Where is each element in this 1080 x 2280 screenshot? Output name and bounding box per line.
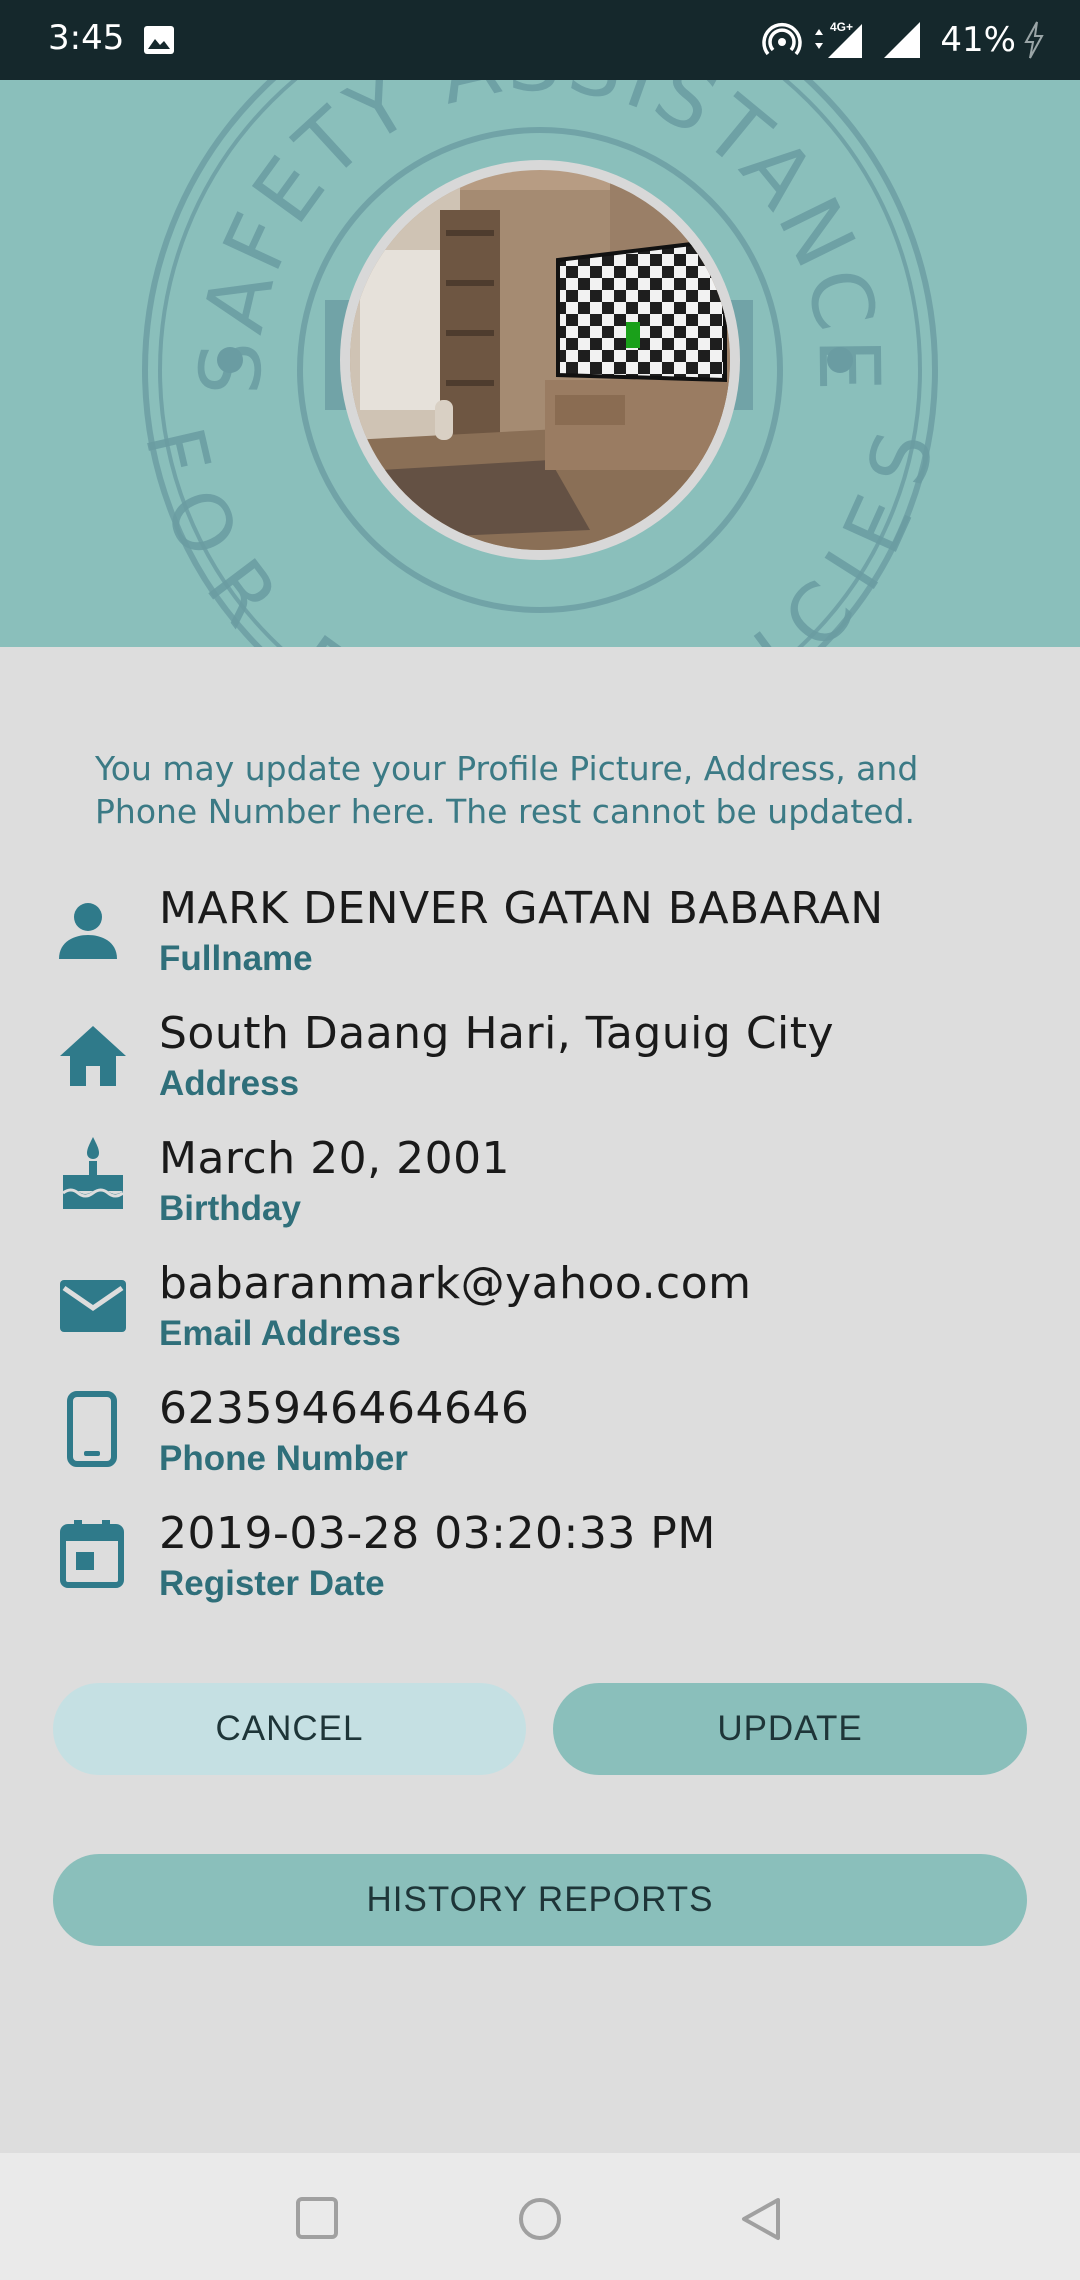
profile-picture[interactable] xyxy=(340,160,740,560)
phone-row[interactable]: 6235946464646 Phone Number xyxy=(55,1383,1035,1495)
register-date-value: 2019-03-28 03:20:33 PM xyxy=(159,1508,716,1559)
register-date-row: 2019-03-28 03:20:33 PM Register Date xyxy=(55,1508,1035,1620)
mail-icon xyxy=(60,1280,126,1332)
image-icon xyxy=(144,26,174,54)
address-label: Address xyxy=(159,1064,300,1103)
phone-label: Phone Number xyxy=(159,1439,408,1478)
home-icon xyxy=(60,1026,126,1086)
email-label: Email Address xyxy=(159,1314,401,1353)
fullname-label: Fullname xyxy=(159,939,313,978)
recents-icon[interactable] xyxy=(296,2197,338,2239)
birthday-value: March 20, 2001 xyxy=(159,1133,511,1184)
history-reports-button[interactable]: HISTORY REPORTS xyxy=(53,1854,1027,1946)
phone-icon xyxy=(67,1391,117,1467)
status-icons: 4G+ 41% xyxy=(762,16,1046,64)
profile-photo xyxy=(350,170,730,550)
cancel-button[interactable]: CANCEL xyxy=(53,1683,526,1775)
update-button[interactable]: UPDATE xyxy=(553,1683,1027,1775)
address-value: South Daang Hari, Taguig City xyxy=(159,1008,835,1059)
signal-4g-icon: 4G+ xyxy=(815,20,863,58)
battery-percent: 41% xyxy=(940,20,1016,60)
email-row: babaranmark@yahoo.com Email Address xyxy=(55,1258,1035,1370)
status-time: 3:45 xyxy=(48,18,125,58)
hotspot-icon xyxy=(762,23,803,56)
signal-icon xyxy=(884,22,921,58)
cake-icon xyxy=(62,1137,124,1209)
person-icon xyxy=(59,903,117,959)
back-icon[interactable] xyxy=(740,2197,782,2241)
profile-header: SAFETY ASSISTANCE FOR EMERGENCIES xyxy=(0,80,1080,647)
navigation-bar xyxy=(0,2153,1080,2280)
home-nav-icon[interactable] xyxy=(518,2197,562,2241)
register-date-label: Register Date xyxy=(159,1564,385,1603)
birthday-label: Birthday xyxy=(159,1189,301,1228)
birthday-row: March 20, 2001 Birthday xyxy=(55,1133,1035,1245)
battery-charging-icon xyxy=(1024,21,1044,59)
status-bar: 3:45 4G+ 41% xyxy=(0,0,1080,80)
calendar-icon xyxy=(60,1520,124,1588)
address-row[interactable]: South Daang Hari, Taguig City Address xyxy=(55,1008,1035,1120)
update-notice: You may update your Profile Picture, Add… xyxy=(95,749,919,831)
network-type: 4G+ xyxy=(830,20,853,34)
fullname-row: MARK DENVER GATAN BABARAN Fullname xyxy=(55,883,1035,995)
profile-content: You may update your Profile Picture, Add… xyxy=(0,647,1080,2153)
phone-value: 6235946464646 xyxy=(159,1383,530,1434)
fullname-value: MARK DENVER GATAN BABARAN xyxy=(159,883,884,934)
email-value: babaranmark@yahoo.com xyxy=(159,1258,752,1309)
